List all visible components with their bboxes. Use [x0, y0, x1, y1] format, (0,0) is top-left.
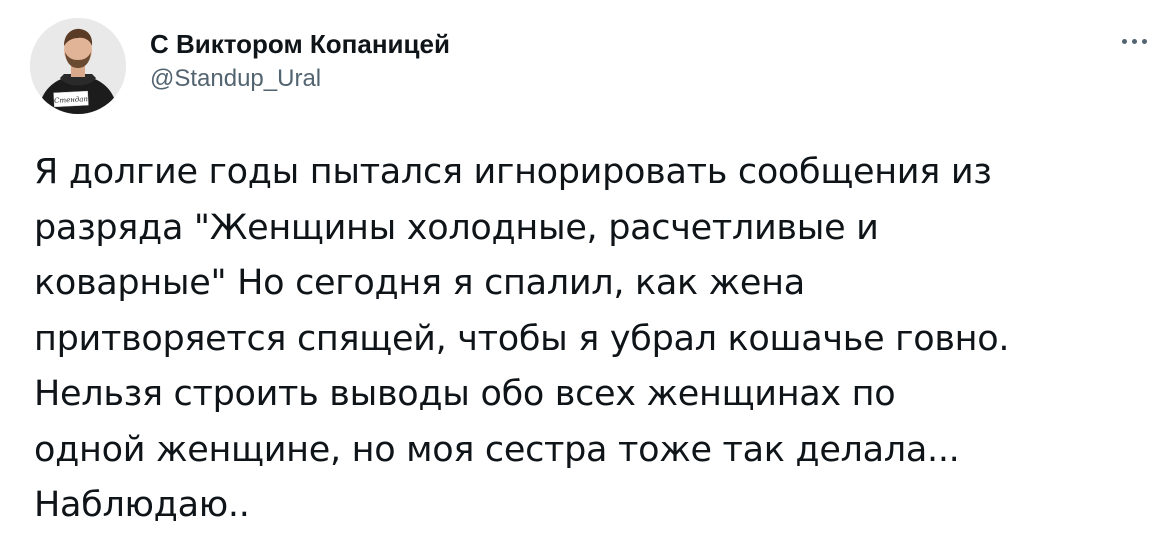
tweet-text-line: одной женщине, но моя сестра тоже так де…: [34, 429, 960, 470]
tweet-text-line: разряда "Женщины холодные, расчетливые и: [34, 207, 879, 248]
author-info: С Виктором Копаницей @Standup_Ural: [150, 18, 450, 114]
tweet-text: Я долгие годы пытался игнорировать сообщ…: [34, 145, 1164, 534]
tweet-text-line: Я долгие годы пытался игнорировать сообщ…: [34, 152, 992, 192]
tweet-text-line: коварные" Но сегодня я спалил, как жена: [34, 263, 805, 303]
more-options-icon-dot: [1141, 38, 1147, 44]
tweet-text-line: Наблюдаю..: [34, 485, 250, 525]
tweet-header: Стендап С Виктором Копаницей @Standup_Ur…: [30, 18, 450, 114]
avatar-photo: Стендап: [30, 18, 126, 114]
tweet-text-line: Нельзя строить выводы обо всех женщинах …: [34, 374, 896, 414]
author-display-name[interactable]: С Виктором Копаницей: [150, 28, 450, 60]
tweet-card: Стендап С Виктором Копаницей @Standup_Ur…: [0, 0, 1170, 557]
more-options-button[interactable]: [1112, 26, 1156, 56]
tweet-text-line: притворяется спящей, чтобы я убрал кошач…: [34, 318, 1010, 359]
author-handle[interactable]: @Standup_Ural: [150, 64, 450, 94]
more-options-icon-dot: [1131, 38, 1137, 44]
avatar[interactable]: Стендап: [30, 18, 126, 114]
more-options-icon-dot: [1121, 38, 1127, 44]
